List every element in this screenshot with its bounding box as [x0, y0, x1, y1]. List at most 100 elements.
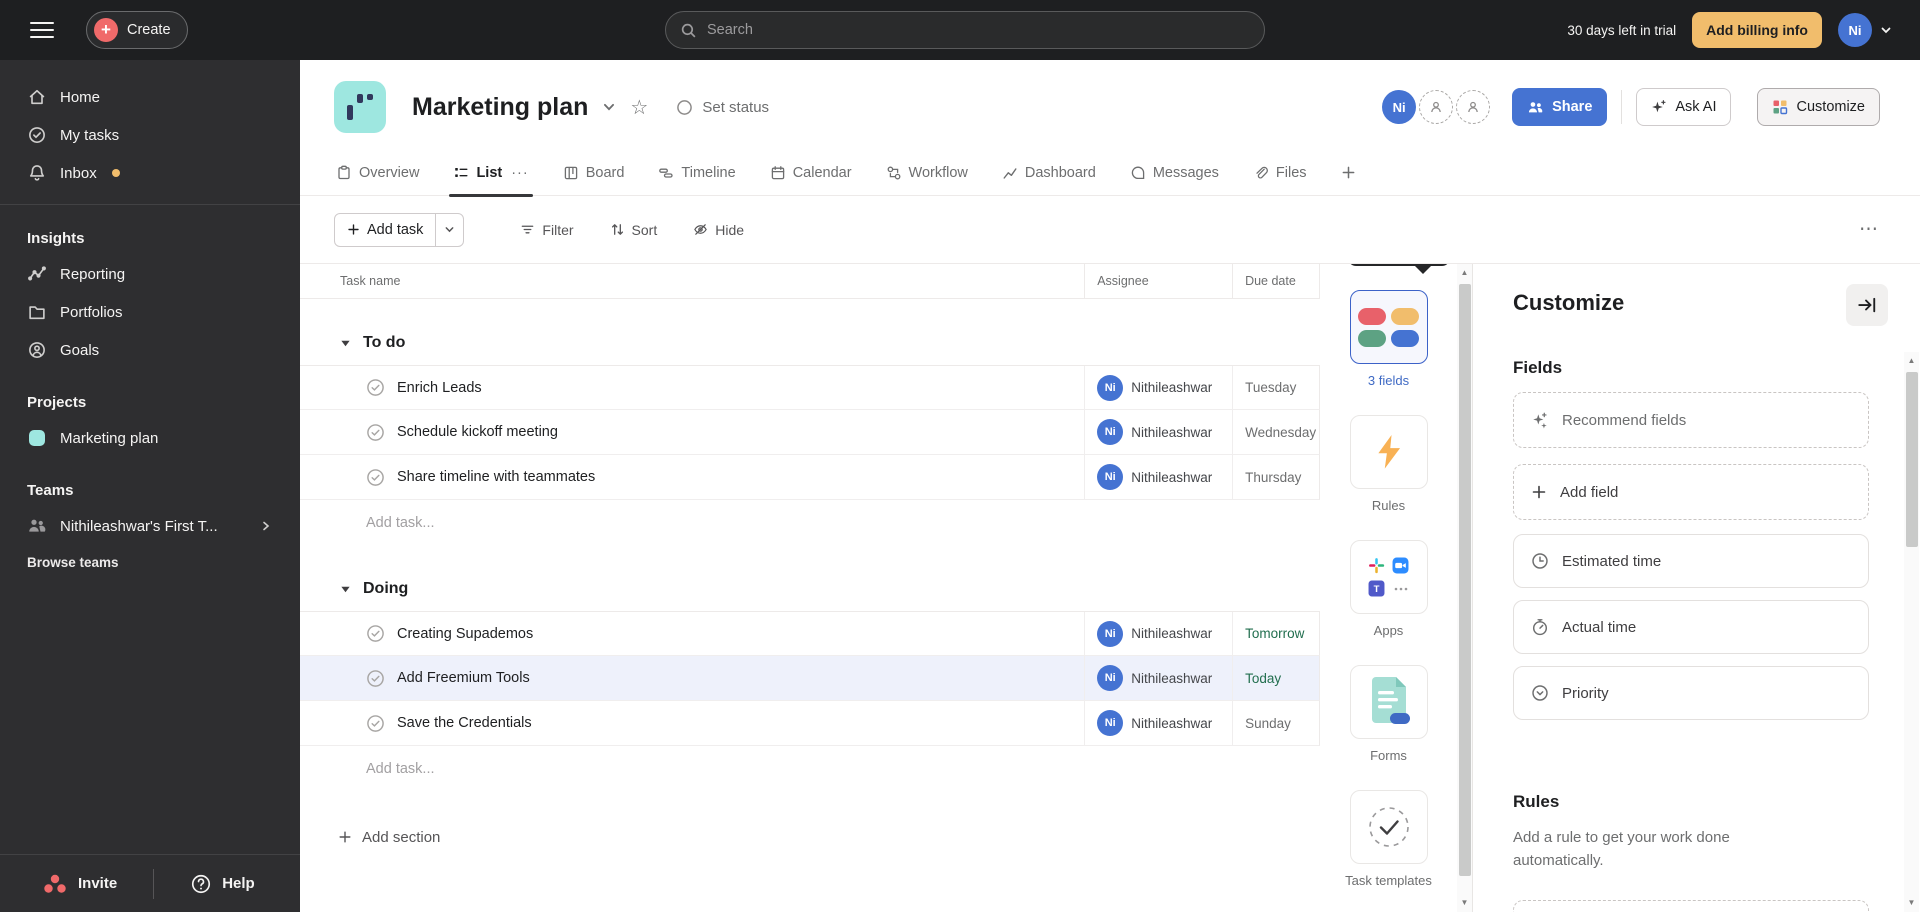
sidebar-item-marketing-plan[interactable]: Marketing plan	[0, 419, 300, 457]
invite-member-placeholder[interactable]	[1419, 90, 1453, 124]
task-name-cell[interactable]: Schedule kickoff meeting	[300, 410, 1084, 454]
assignee-cell[interactable]: Ni Nithileashwar	[1084, 366, 1232, 409]
add-section-button[interactable]: Add section	[338, 819, 1320, 855]
add-view-tab[interactable]	[1341, 150, 1356, 196]
sidebar-item-team[interactable]: Nithileashwar's First T...	[0, 507, 300, 545]
sidebar-item-reporting[interactable]: Reporting	[0, 255, 300, 293]
add-field-button[interactable]: Add field	[1513, 464, 1869, 520]
ask-ai-button[interactable]: Ask AI	[1636, 88, 1730, 126]
tab-workflow[interactable]: Workflow	[886, 150, 968, 196]
tab-overview[interactable]: Overview	[336, 150, 419, 196]
filter-button[interactable]: Filter	[520, 222, 573, 238]
tab-messages[interactable]: Messages	[1130, 150, 1219, 196]
sidebar-item-home[interactable]: Home	[0, 78, 300, 116]
check-circle-icon[interactable]	[366, 378, 385, 397]
add-task-row[interactable]: Add task...	[300, 746, 1320, 791]
field-priority[interactable]: Priority	[1513, 666, 1869, 720]
set-status-button[interactable]: Set status	[676, 99, 769, 116]
project-icon[interactable]	[334, 81, 386, 133]
check-circle-icon[interactable]	[366, 468, 385, 487]
add-task-row[interactable]: Add task...	[300, 500, 1320, 545]
browse-teams-link[interactable]: Browse teams	[0, 545, 300, 579]
strip-item-rules[interactable]: Rules	[1320, 415, 1457, 514]
invite-button[interactable]: Invite	[42, 872, 117, 896]
task-name-cell[interactable]: Enrich Leads	[300, 366, 1084, 409]
assignee-cell[interactable]: Ni Nithileashwar	[1084, 701, 1232, 745]
teams-header[interactable]: Teams	[0, 473, 300, 507]
due-date-cell[interactable]: Today	[1232, 656, 1319, 700]
strip-item-apps[interactable]: T Apps	[1320, 540, 1457, 639]
check-circle-icon[interactable]	[366, 714, 385, 733]
scrollbar-thumb[interactable]	[1906, 372, 1918, 547]
scroll-up-icon[interactable]: ▲	[1457, 266, 1472, 280]
check-circle-icon[interactable]	[366, 624, 385, 643]
fields-card[interactable]	[1350, 290, 1428, 364]
table-row[interactable]: Enrich Leads Ni Nithileashwar Tuesday	[300, 365, 1320, 410]
tab-more-icon[interactable]: ···	[511, 165, 529, 181]
column-header-due-date[interactable]: Due date	[1232, 264, 1319, 298]
due-date-cell[interactable]: Wednesday	[1232, 410, 1319, 454]
panel-scrollbar[interactable]: ▲ ▼	[1904, 352, 1919, 912]
table-row[interactable]: Schedule kickoff meeting Ni Nithileashwa…	[300, 410, 1320, 455]
help-button[interactable]: Help	[190, 873, 255, 895]
task-name-cell[interactable]: Share timeline with teammates	[300, 455, 1084, 499]
tab-list[interactable]: List ···	[453, 150, 528, 196]
sidebar-item-goals[interactable]: Goals	[0, 331, 300, 369]
task-name-cell[interactable]: Save the Credentials	[300, 701, 1084, 745]
check-circle-icon[interactable]	[366, 669, 385, 688]
caret-down-icon[interactable]	[340, 338, 351, 349]
account-menu[interactable]: Ni	[1838, 13, 1892, 47]
due-date-cell[interactable]: Sunday	[1232, 701, 1319, 745]
close-details-button[interactable]	[1846, 284, 1888, 326]
list-scrollbar[interactable]: ▲ ▼	[1457, 264, 1472, 912]
hide-button[interactable]: Hide	[693, 222, 744, 238]
assignee-cell[interactable]: Ni Nithileashwar	[1084, 455, 1232, 499]
tab-files[interactable]: Files	[1253, 150, 1307, 196]
column-header-assignee[interactable]: Assignee	[1084, 264, 1232, 298]
sort-button[interactable]: Sort	[610, 222, 658, 238]
tab-calendar[interactable]: Calendar	[770, 150, 852, 196]
task-templates-card[interactable]	[1350, 790, 1428, 864]
tab-timeline[interactable]: Timeline	[658, 150, 735, 196]
scroll-down-icon[interactable]: ▼	[1904, 896, 1919, 910]
section-header-doing[interactable]: Doing	[300, 567, 1320, 611]
table-row-selected[interactable]: Add Freemium Tools Ni Nithileashwar Toda…	[300, 656, 1320, 701]
add-billing-button[interactable]: Add billing info	[1692, 12, 1822, 48]
add-task-button[interactable]: Add task	[334, 213, 464, 247]
star-icon[interactable]: ☆	[630, 95, 648, 120]
rules-card[interactable]	[1350, 415, 1428, 489]
insights-header[interactable]: Insights	[0, 221, 300, 255]
apps-card[interactable]: T	[1350, 540, 1428, 614]
strip-item-task-templates[interactable]: Task templates	[1320, 790, 1457, 889]
section-header-todo[interactable]: To do	[300, 321, 1320, 365]
assignee-cell[interactable]: Ni Nithileashwar	[1084, 612, 1232, 655]
recommend-fields-button[interactable]: Recommend fields	[1513, 392, 1869, 448]
add-task-dropdown[interactable]	[435, 214, 463, 246]
chevron-right-icon[interactable]	[260, 520, 272, 532]
check-circle-icon[interactable]	[366, 423, 385, 442]
add-rule-button[interactable]	[1513, 900, 1869, 912]
assignee-cell[interactable]: Ni Nithileashwar	[1084, 410, 1232, 454]
search-input[interactable]: Search	[665, 11, 1265, 49]
sidebar-item-inbox[interactable]: Inbox	[0, 154, 300, 192]
share-button[interactable]: Share	[1512, 88, 1607, 126]
sidebar-item-my-tasks[interactable]: My tasks	[0, 116, 300, 154]
member-avatar[interactable]: Ni	[1382, 90, 1416, 124]
tab-dashboard[interactable]: Dashboard	[1002, 150, 1096, 196]
forms-card[interactable]	[1350, 665, 1428, 739]
field-actual-time[interactable]: Actual time	[1513, 600, 1869, 654]
table-row[interactable]: Creating Supademos Ni Nithileashwar Tomo…	[300, 611, 1320, 656]
create-button[interactable]: + Create	[86, 11, 188, 49]
due-date-cell[interactable]: Tuesday	[1232, 366, 1319, 409]
strip-item-fields[interactable]: 3 fields	[1320, 290, 1457, 389]
due-date-cell[interactable]: Tomorrow	[1232, 612, 1319, 655]
view-options-icon[interactable]: ⋯	[1859, 225, 1880, 235]
field-estimated-time[interactable]: Estimated time	[1513, 534, 1869, 588]
strip-item-forms[interactable]: Forms	[1320, 665, 1457, 764]
assignee-cell[interactable]: Ni Nithileashwar	[1084, 656, 1232, 700]
scroll-down-icon[interactable]: ▼	[1457, 896, 1472, 910]
table-row[interactable]: Share timeline with teammates Ni Nithile…	[300, 455, 1320, 500]
task-name-cell[interactable]: Creating Supademos	[300, 612, 1084, 655]
due-date-cell[interactable]: Thursday	[1232, 455, 1319, 499]
scrollbar-thumb[interactable]	[1459, 284, 1471, 876]
